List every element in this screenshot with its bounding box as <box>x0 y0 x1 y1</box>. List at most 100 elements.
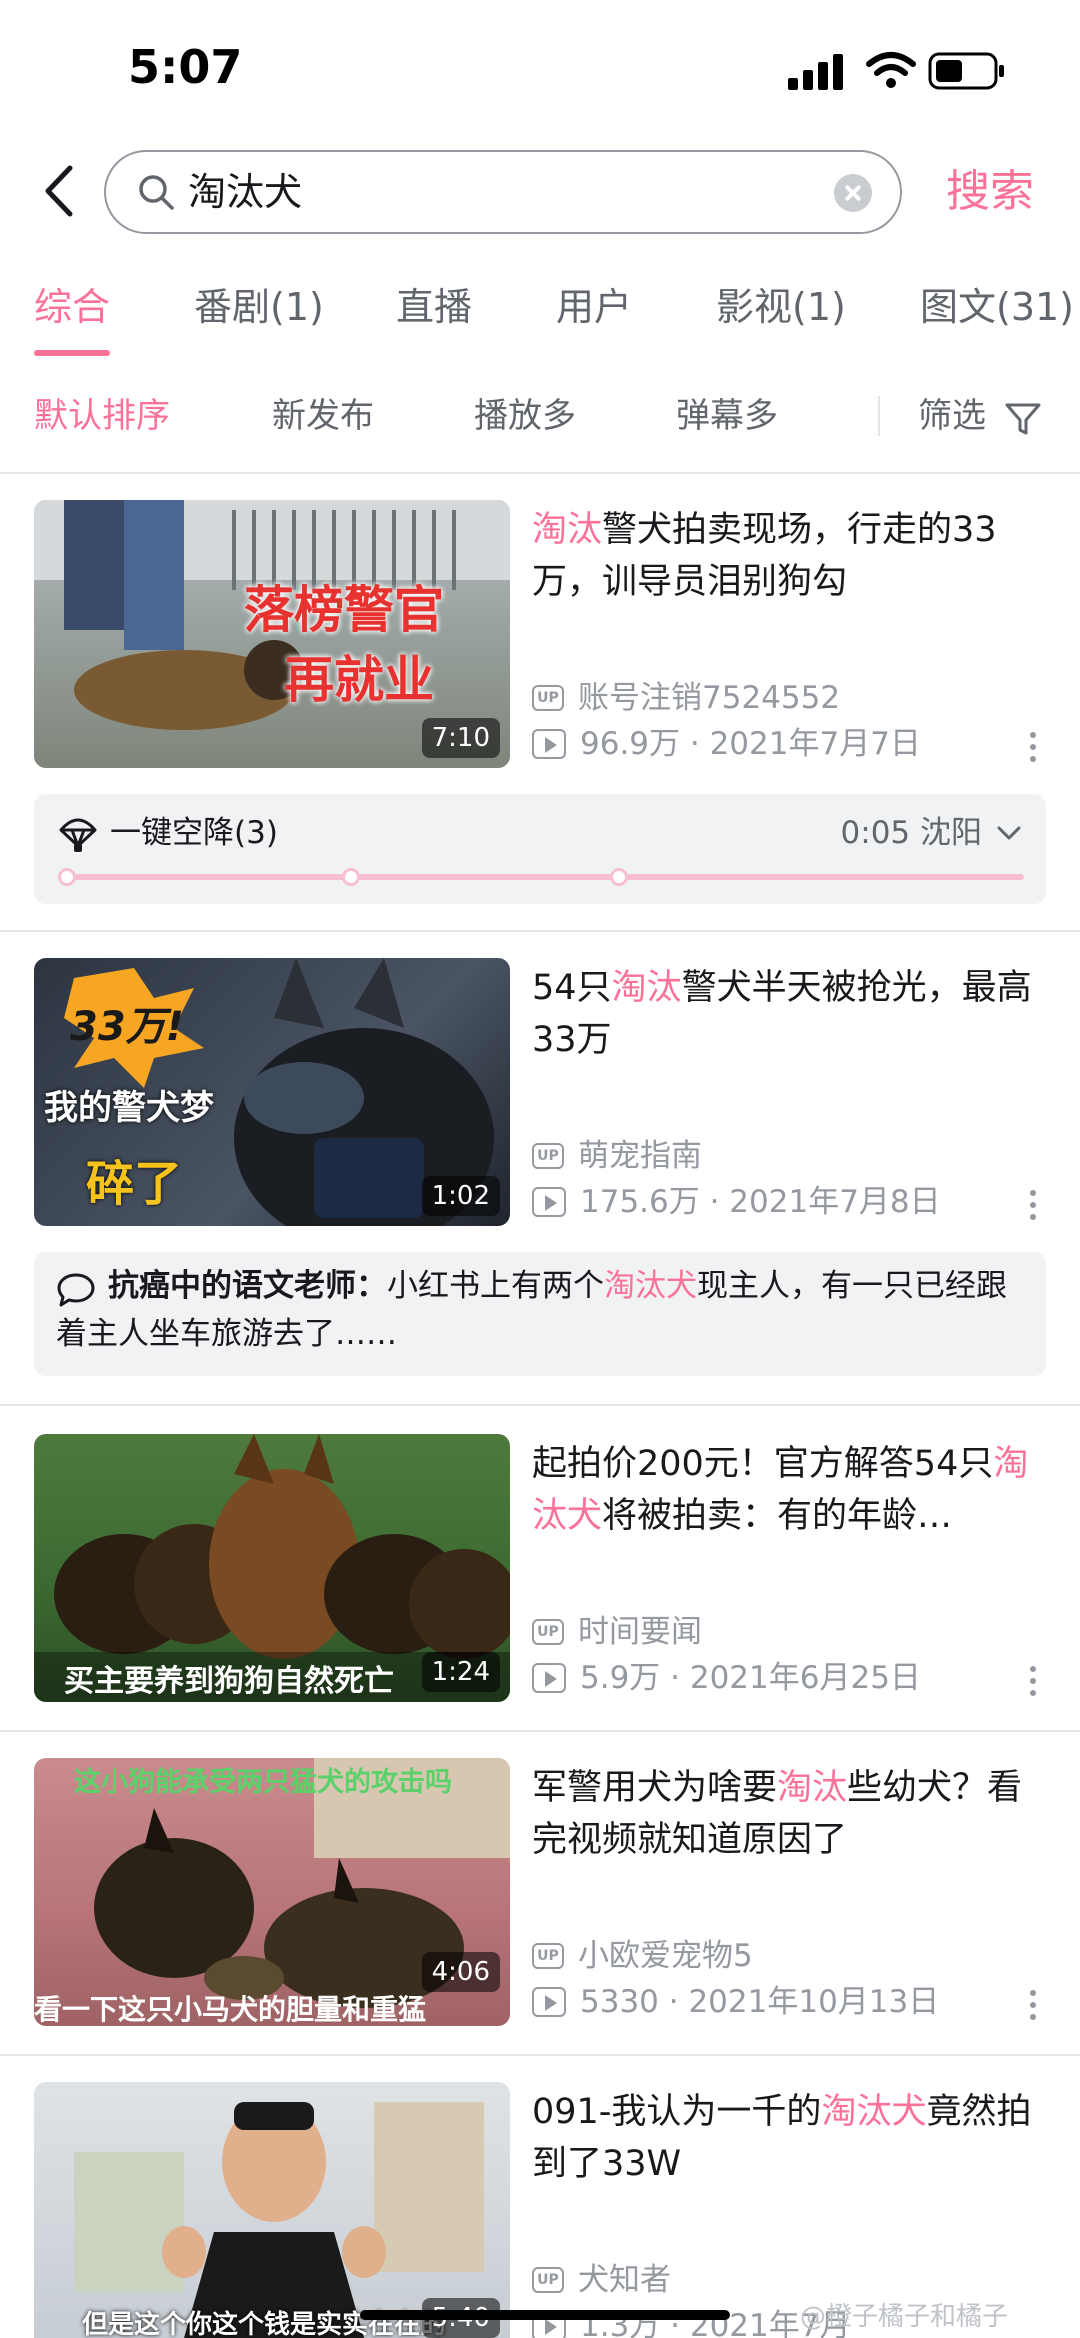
tab-live[interactable]: 直播 <box>396 282 472 332</box>
video-stats: 5330 · 2021年10月13日 <box>532 1980 939 2024</box>
play-count-icon <box>532 1987 566 2017</box>
stats-text: 175.6万 · 2021年7月8日 <box>580 1184 941 1220</box>
uploader-icon: UP <box>532 1143 564 1169</box>
comment-user[interactable]: 抗癌中的语文老师： <box>108 1268 387 1304</box>
tab-film[interactable]: 影视(1) <box>716 282 846 332</box>
video-duration: 7:10 <box>421 718 500 758</box>
video-duration: 1:24 <box>421 1652 500 1692</box>
more-options-icon[interactable] <box>1030 1990 1038 2026</box>
watermark: @橙子橘子和橘子 <box>800 2302 1009 2332</box>
divider <box>0 2054 1080 2056</box>
thumbnail-caption: 碎了 <box>86 1156 183 1212</box>
status-bar: 5:07 <box>0 0 1080 140</box>
video-author[interactable]: UP 时间要闻 <box>532 1610 702 1654</box>
battery-icon <box>928 52 1004 90</box>
comment-body: 小红书上有两个 <box>387 1268 604 1304</box>
divider <box>0 1404 1080 1406</box>
title-highlight: 淘汰 <box>777 1768 848 1808</box>
tab-users[interactable]: 用户 <box>556 282 632 332</box>
video-title[interactable]: 起拍价200元！官方解答54只淘汰犬将被拍卖：有的年龄… <box>532 1438 1052 1542</box>
thumbnail-caption: 我的警犬梦 <box>44 1088 214 1128</box>
more-options-icon[interactable] <box>1030 732 1038 768</box>
stats-text: 96.9万 · 2021年7月7日 <box>580 726 921 762</box>
video-thumbnail[interactable]: 落榜警官 再就业 7:10 <box>34 500 510 768</box>
stats-text: 5.9万 · 2021年6月25日 <box>580 1660 921 1696</box>
tab-bangumi[interactable]: 番剧(1) <box>194 282 324 332</box>
comment-text: 抗癌中的语文老师：小红书上有两个淘汰犬现主人，有一只已经跟着主人坐车旅游去了…… <box>56 1262 1026 1358</box>
video-thumbnail[interactable]: 这小狗能承受两只猛犬的攻击吗 看一下这只小马犬的胆量和重猛 4:06 <box>34 1758 510 2026</box>
chevron-down-icon[interactable] <box>996 822 1022 844</box>
uploader-icon: UP <box>532 685 564 711</box>
back-icon[interactable] <box>40 162 80 220</box>
more-options-icon[interactable] <box>1030 1666 1038 1702</box>
play-count-icon <box>532 1663 566 1693</box>
airdrop-marker[interactable] <box>58 868 76 886</box>
author-name: 时间要闻 <box>578 1614 702 1650</box>
title-text: 54只 <box>532 968 612 1008</box>
title-text: 091-我认为一千的 <box>532 2092 822 2132</box>
author-name: 小欧爱宠物5 <box>578 1938 753 1974</box>
video-thumbnail[interactable]: 买主要养到狗狗自然死亡 1:24 <box>34 1434 510 1702</box>
video-stats: 5.9万 · 2021年6月25日 <box>532 1656 921 1700</box>
thumbnail-caption: 落榜警官 <box>244 581 444 639</box>
more-options-icon[interactable] <box>1030 1190 1038 1226</box>
video-author[interactable]: UP 小欧爱宠物5 <box>532 1934 753 1978</box>
comment-preview[interactable]: 抗癌中的语文老师：小红书上有两个淘汰犬现主人，有一只已经跟着主人坐车旅游去了…… <box>34 1252 1046 1376</box>
thumbnail-caption: 买主要养到狗狗自然死亡 <box>64 1664 394 1699</box>
airdrop-marker[interactable] <box>342 868 360 886</box>
divider <box>0 930 1080 932</box>
video-thumbnail[interactable]: 但是这个你这个钱是实实在在的 5:40 <box>34 2082 510 2338</box>
video-author[interactable]: UP 账号注销7524552 <box>532 676 840 720</box>
video-title[interactable]: 淘汰警犬拍卖现场，行走的33万，训导员泪别狗勾 <box>532 504 1052 608</box>
airdrop-label: 一键空降(3) <box>110 815 278 851</box>
author-name: 萌宠指南 <box>578 1138 702 1174</box>
tab-bar: 综合 番剧(1) 直播 用户 影视(1) 图文(31) <box>0 270 1080 360</box>
search-button[interactable]: 搜索 <box>946 162 1034 222</box>
parachute-icon <box>59 818 97 852</box>
sort-newest[interactable]: 新发布 <box>272 392 374 440</box>
filter-button[interactable]: 筛选 <box>918 392 986 440</box>
thumbnail-caption: 再就业 <box>284 651 434 709</box>
airdrop-time-location: 0:05 沈阳 <box>840 815 982 851</box>
video-author[interactable]: UP 犬知者 <box>532 2258 671 2302</box>
video-thumbnail[interactable]: 33万! 我的警犬梦 碎了 1:02 <box>34 958 510 1226</box>
title-text: 警犬拍卖现场，行走的33万，训导员泪别狗勾 <box>532 510 997 602</box>
video-title[interactable]: 军警用犬为啥要淘汰些幼犬？看完视频就知道原因了 <box>532 1762 1052 1866</box>
play-count-icon <box>532 1187 566 1217</box>
airdrop-marker[interactable] <box>610 868 628 886</box>
video-duration: 4:06 <box>421 1952 500 1992</box>
wifi-icon <box>866 52 916 88</box>
airdrop-panel[interactable]: 一键空降(3) 0:05 沈阳 <box>34 794 1046 904</box>
video-author[interactable]: UP 萌宠指南 <box>532 1134 702 1178</box>
signal-icon <box>788 54 843 90</box>
title-text: 起拍价200元！官方解答54只 <box>532 1444 994 1484</box>
sort-default[interactable]: 默认排序 <box>34 392 170 440</box>
tab-comprehensive[interactable]: 综合 <box>34 282 110 332</box>
sort-most-danmaku[interactable]: 弹幕多 <box>676 392 778 440</box>
title-text: 将被拍卖：有的年龄… <box>602 1496 953 1536</box>
tab-articles[interactable]: 图文(31) <box>920 282 1074 332</box>
sort-bar: 默认排序 新发布 播放多 弹幕多 筛选 <box>0 380 1080 474</box>
uploader-icon: UP <box>532 1943 564 1969</box>
video-stats: 175.6万 · 2021年7月8日 <box>532 1180 941 1224</box>
video-title[interactable]: 54只淘汰警犬半天被抢光，最高33万 <box>532 962 1052 1066</box>
sort-most-played[interactable]: 播放多 <box>474 392 576 440</box>
video-title[interactable]: 091-我认为一千的淘汰犬竟然拍到了33W <box>532 2086 1052 2190</box>
search-query: 淘汰犬 <box>188 170 303 214</box>
title-highlight: 淘汰 <box>611 968 682 1008</box>
clear-icon[interactable] <box>834 174 872 212</box>
filter-icon[interactable] <box>1004 400 1042 438</box>
play-count-icon <box>532 729 566 759</box>
title-highlight: 淘汰 <box>532 510 603 550</box>
video-stats: 96.9万 · 2021年7月7日 <box>532 722 921 766</box>
divider <box>0 1730 1080 1732</box>
airdrop-progress-track[interactable] <box>58 868 1024 886</box>
home-indicator[interactable] <box>360 2310 730 2320</box>
status-time: 5:07 <box>128 40 243 94</box>
search-input[interactable]: 淘汰犬 <box>104 150 902 234</box>
stats-text: 5330 · 2021年10月13日 <box>580 1984 940 2020</box>
comment-highlight: 淘汰犬 <box>604 1268 697 1304</box>
uploader-icon: UP <box>532 2267 564 2293</box>
author-name: 账号注销7524552 <box>578 680 841 716</box>
thumbnail-caption: 33万! <box>70 1004 184 1050</box>
